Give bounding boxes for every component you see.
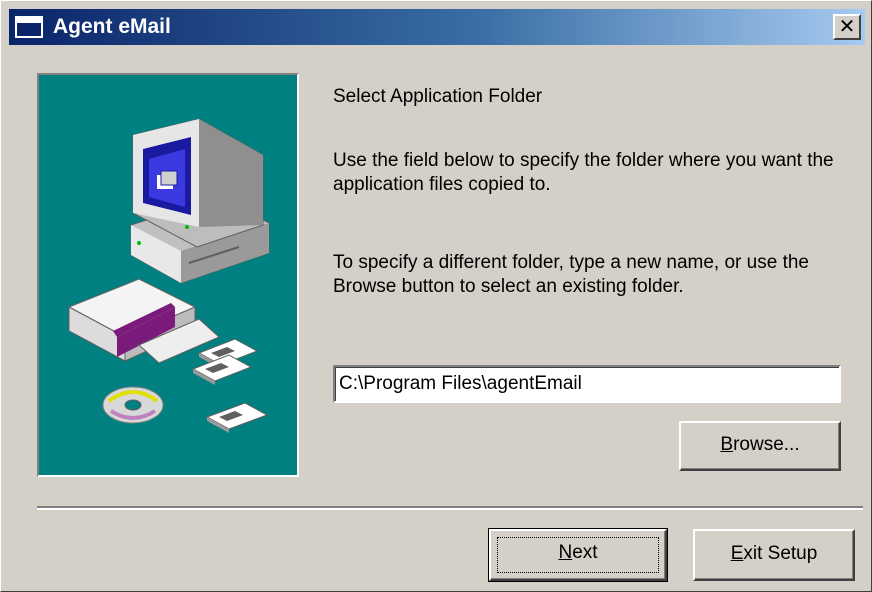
setup-illustration-panel (37, 73, 299, 477)
computer-illustration (130, 118, 270, 284)
setup-illustration (67, 118, 270, 433)
close-icon: ✕ (838, 14, 856, 38)
floppy-disk-icon (191, 338, 269, 433)
window-icon (15, 16, 43, 38)
browse-mnemonic: B (720, 434, 734, 455)
title-bar[interactable]: Agent eMail ✕ (9, 9, 865, 45)
page-heading: Select Application Folder (333, 86, 543, 107)
exit-setup-button[interactable]: Exit Setup (693, 529, 855, 581)
close-button[interactable]: ✕ (833, 14, 861, 40)
separator-line (37, 506, 863, 510)
cd-disc-icon (102, 386, 164, 424)
folder-path-input[interactable] (333, 365, 841, 403)
next-button[interactable]: Next (488, 528, 668, 582)
window-title: Agent eMail (53, 15, 171, 38)
exit-mnemonic: E (730, 543, 744, 564)
browse-button[interactable]: Browse... (679, 421, 841, 471)
instruction-text-2: To specify a different folder, type a ne… (333, 252, 809, 297)
browse-label: rowse... (733, 434, 800, 455)
exit-label: xit Setup (743, 543, 818, 564)
focus-rectangle (497, 537, 659, 573)
instruction-text-1: Use the field below to specify the folde… (333, 150, 834, 195)
box-illustration (67, 278, 220, 364)
setup-dialog: Agent eMail ✕ Select Application Folder … (0, 0, 872, 592)
